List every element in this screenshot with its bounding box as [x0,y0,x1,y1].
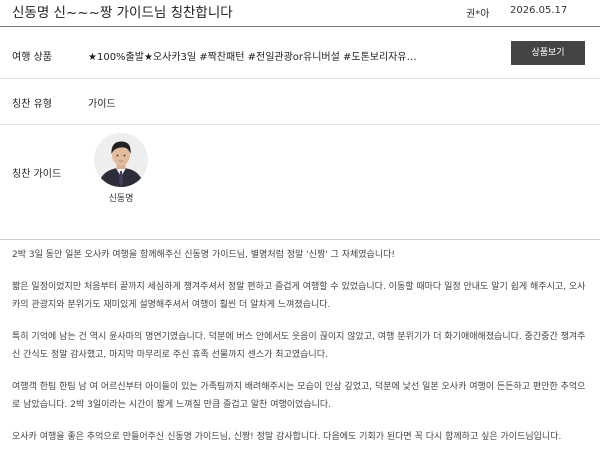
guide-card: 신동명 [94,133,148,204]
guide-avatar [94,133,148,187]
product-link[interactable]: ★100%출발★오사카3일 #짝찬패턴 #전일관광or유니버설 #도톤보리자유식… [88,48,418,63]
guide-name: 신동명 [108,194,134,204]
info-row-product: 여행 상품 ★100%출발★오사카3일 #짝찬패턴 #전일관광or유니버설 #도… [0,27,600,79]
post-author: 권*아 [466,9,490,20]
info-row-guide: 칭찬 가이드 신동명 [0,125,600,240]
post-date: 2026.05.17 [510,5,568,16]
review-paragraph: 여행객 한팀 한팀 남 여 어르신부터 아이들이 있는 가족팀까지 배려해주시는… [12,382,586,410]
guide-label: 칭찬 가이드 [12,169,62,180]
review-paragraph: 짧은 일정이었지만 처음부터 끝까지 세심하게 챙겨주셔서 정말 편하고 즐겁게… [12,282,586,310]
review-paragraph: 특히 기억에 남는 건 역시 윤사마의 명연기였습니다. 덕분에 버스 안에서도… [12,332,586,360]
type-value: 가이드 [88,99,116,110]
info-row-type: 칭찬 유형 가이드 [0,79,600,125]
post-header: 신동명 신~~~짱 가이드님 칭찬합니다 권*아 2026.05.17 [0,0,600,27]
product-label: 여행 상품 [12,52,52,63]
type-label: 칭찬 유형 [12,99,52,110]
guide-photo-icon [94,133,148,187]
post-title: 신동명 신~~~짱 가이드님 칭찬합니다 [12,5,233,21]
review-paragraph: 2박 3일 동안 일본 오사카 여행을 함께해주신 신동명 가이드님, 별명처럼… [12,250,395,260]
review-paragraph: 오사카 여행을 좋은 추억으로 만들어주신 신동명 가이드님, 신짱! 정말 감… [12,432,562,442]
review-body: 2박 3일 동안 일본 오사카 여행을 함께해주신 신동명 가이드님, 별명처럼… [12,246,590,460]
view-product-button[interactable]: 상품보기 [511,41,585,65]
